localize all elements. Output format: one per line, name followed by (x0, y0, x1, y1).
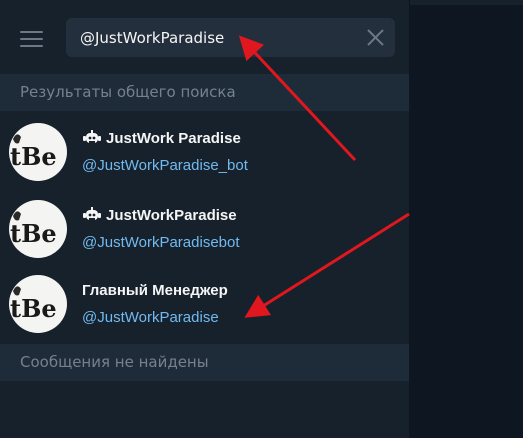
search-result-item[interactable]: tBe JustWork Paradise @JustWorkParadise_… (0, 114, 409, 191)
clear-icon (367, 29, 384, 46)
left-sidebar: Результаты общего поиска tBe JustWork Pa… (0, 0, 409, 438)
clear-search-button[interactable] (366, 28, 385, 47)
result-name: Главный Менеджер (82, 281, 228, 299)
bot-icon (83, 207, 101, 220)
bot-icon (83, 130, 101, 143)
avatar: tBe (9, 200, 67, 258)
result-username: @JustWorkParadisebot (82, 234, 240, 251)
avatar: tBe (9, 123, 67, 181)
svg-text:tBe: tBe (10, 142, 57, 171)
result-name: JustWorkParadise (106, 206, 237, 224)
result-username: @JustWorkParadise (82, 309, 219, 326)
menu-icon (20, 31, 43, 33)
result-username: @JustWorkParadise_bot (82, 157, 248, 174)
global-results-header: Результаты общего поиска (0, 74, 409, 111)
menu-button[interactable] (16, 28, 44, 50)
search-result-item[interactable]: tBe JustWorkParadise @JustWorkParadisebo… (0, 191, 409, 268)
chat-area (409, 5, 523, 438)
search-box[interactable] (66, 18, 395, 57)
svg-text:tBe: tBe (10, 294, 57, 323)
result-name: JustWork Paradise (106, 129, 241, 147)
svg-text:tBe: tBe (10, 219, 57, 248)
avatar: tBe (9, 275, 67, 333)
sidebar-header (0, 0, 409, 72)
messages-not-found-header: Сообщения не найдены (0, 344, 409, 381)
search-input[interactable] (80, 27, 350, 49)
search-result-item[interactable]: tBe Главный Менеджер @JustWorkParadise (0, 266, 409, 343)
